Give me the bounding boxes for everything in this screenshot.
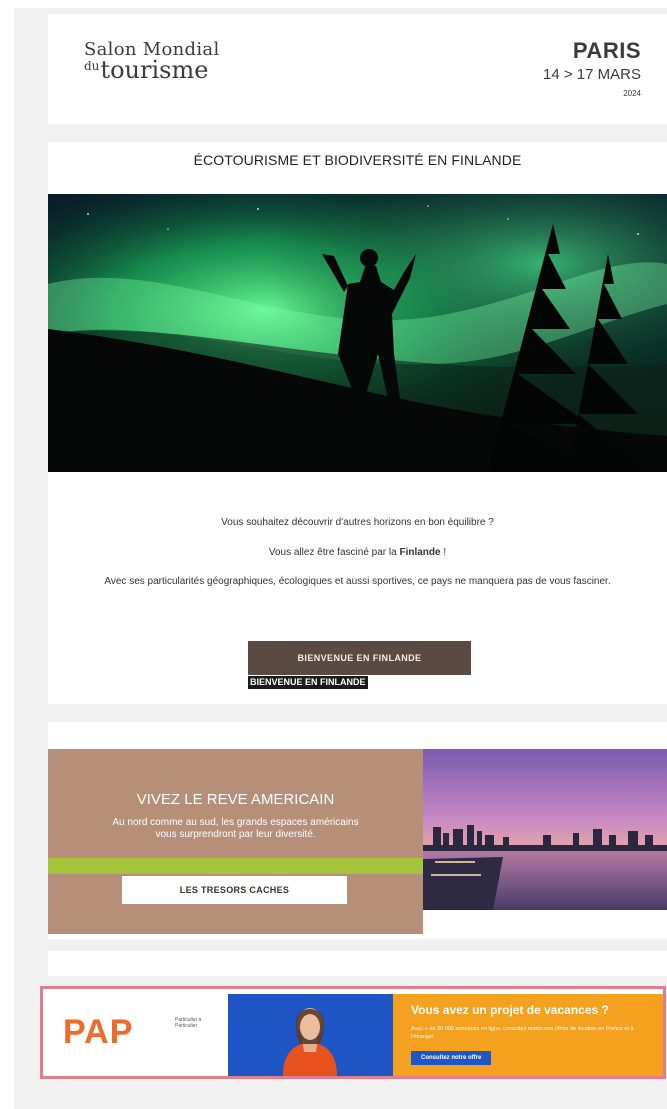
para2-end: ! <box>440 547 447 558</box>
pap-tagline: Particulier à Particulier <box>175 1017 201 1029</box>
email-header: Salon Mondial dutourisme PARIS 14 > 17 M… <box>48 14 667 124</box>
logo-tourisme: tourisme <box>100 56 209 84</box>
section-title: ÉCOTOURISME ET BIODIVERSITÉ EN FINLANDE <box>193 152 522 168</box>
americas-section: VIVEZ LE REVE AMERICAIN Au nord comme au… <box>48 722 667 939</box>
bienvenue-finlande-alt-text[interactable]: BIENVENUE EN FINLANDE <box>248 676 368 689</box>
americas-title: VIVEZ LE REVE AMERICAIN <box>136 791 335 808</box>
pap-tagline-line2: Particulier <box>175 1023 198 1029</box>
event-dates: 14 > 17 MARS <box>543 66 641 83</box>
intro-paragraph-2: Vous allez être fasciné par la Finlande … <box>88 546 627 560</box>
salon-logo[interactable]: Salon Mondial dutourisme <box>84 41 220 83</box>
event-info: PARIS 14 > 17 MARS 2024 <box>543 38 641 98</box>
ad-text-panel: Vous avez un projet de vacances ? Avec +… <box>393 994 663 1076</box>
para2-text: Vous allez être fasciné par la <box>268 547 400 558</box>
pap-logo: PAP <box>63 1013 134 1051</box>
green-accent-bar <box>48 858 423 874</box>
para2-bold: Finlande <box>399 547 441 558</box>
spacer-strip <box>48 951 667 976</box>
americas-subtitle-line2: vous surprendront par leur diversité. <box>155 829 316 840</box>
bienvenue-finlande-button[interactable]: BIENVENUE EN FINLANDE <box>248 641 471 675</box>
intro-paragraph-1: Vous souhaitez découvrir d'autres horizo… <box>221 517 494 528</box>
ad-body: Avec + de 20 000 annonces en ligne, cons… <box>411 1026 634 1040</box>
finland-section: ÉCOTOURISME ET BIODIVERSITÉ EN FINLANDE <box>48 142 667 704</box>
ad-person-image <box>228 994 393 1076</box>
aurora-illustration <box>48 194 667 472</box>
tresors-caches-button[interactable]: LES TRESORS CACHES <box>122 876 347 904</box>
skyline-illustration <box>423 749 667 910</box>
event-year: 2024 <box>623 89 641 98</box>
intro-paragraph-3: Avec ses particularités géographiques, é… <box>104 576 611 587</box>
event-city: PARIS <box>572 38 641 63</box>
pap-ad-banner[interactable]: PAP Particulier à Particulier Vous avez … <box>40 986 666 1079</box>
americas-subtitle-line1: Au nord comme au sud, les grands espaces… <box>112 817 359 828</box>
logo-du: du <box>84 59 100 73</box>
americas-subtitle: Au nord comme au sud, les grands espaces… <box>48 817 423 841</box>
city-skyline-image[interactable] <box>423 749 667 910</box>
woman-illustration <box>283 1008 337 1076</box>
logo-line2: dutourisme <box>84 58 220 82</box>
americas-banner[interactable]: VIVEZ LE REVE AMERICAIN Au nord comme au… <box>48 749 423 934</box>
ad-headline: Vous avez un projet de vacances ? <box>411 1003 609 1017</box>
aurora-hero-image[interactable] <box>48 194 667 472</box>
ad-cta-button[interactable]: Consultez notre offre <box>411 1051 492 1065</box>
